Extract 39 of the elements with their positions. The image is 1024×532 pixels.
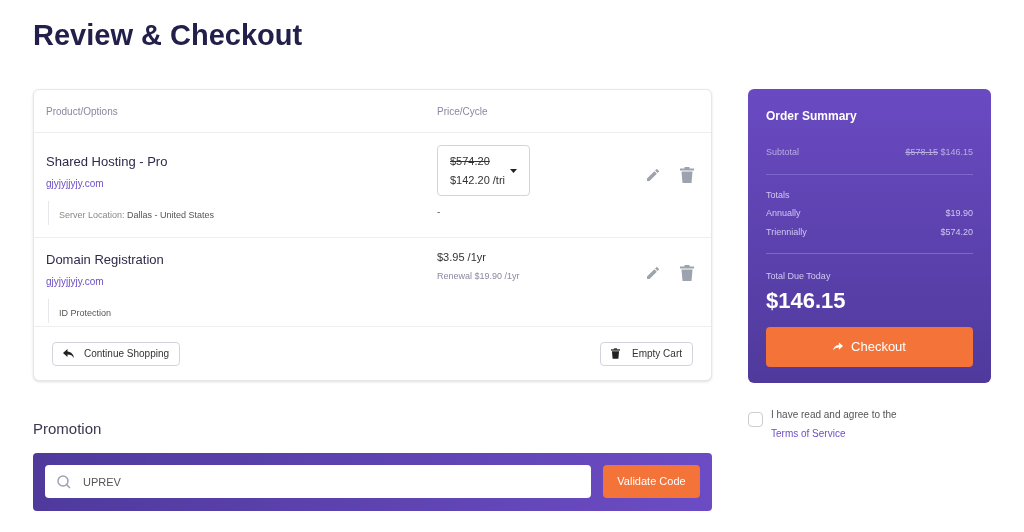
caret-icon <box>510 168 517 173</box>
promo-code-field[interactable]: UPREV <box>45 465 591 498</box>
total-label: Annually <box>766 207 801 220</box>
terms-link[interactable]: Terms of Service <box>771 427 846 439</box>
search-icon <box>57 475 71 489</box>
product-name: Shared Hosting - Pro <box>46 153 169 171</box>
subtotal-label: Subtotal <box>766 146 800 159</box>
edit-icon[interactable] <box>645 265 661 281</box>
trash-icon <box>611 348 620 359</box>
section-heading: Promotion <box>33 419 103 439</box>
product-option: Server Location: Dallas - United States <box>59 209 215 220</box>
due-amount: $146.15 <box>766 286 847 315</box>
continue-shopping-button[interactable]: Continue Shopping <box>52 341 181 366</box>
summary-title: Order Summary <box>766 108 858 125</box>
product-name: Domain Registration <box>46 251 165 269</box>
total-value: $19.90 <box>945 207 973 220</box>
column-header: Price/Cycle <box>437 104 488 119</box>
domain-link[interactable]: gjyjyjjyjy.com <box>46 273 437 289</box>
item-price: $3.95 /1yr <box>437 250 487 265</box>
total-value: $574.20 <box>940 225 973 239</box>
share-arrow-icon <box>833 342 844 351</box>
total-label: Triennially <box>766 225 807 239</box>
page-title: Review & Checkout <box>33 18 303 53</box>
product-option: ID Protection <box>59 307 112 318</box>
empty-cart-button[interactable]: Empty Cart <box>600 341 693 366</box>
totals-label: Totals <box>766 188 791 202</box>
reply-icon <box>63 349 74 358</box>
subtotal-value: $578.15 $146.15 <box>905 146 973 159</box>
due-label: Total Due Today <box>766 270 832 283</box>
price-note: - <box>437 205 442 219</box>
billing-cycle-select[interactable]: $574.20 $142.20 /tri <box>437 145 530 196</box>
domain-link[interactable]: gjyjyjjyjy.com <box>46 175 437 191</box>
delete-icon[interactable] <box>680 265 694 281</box>
terms-text: I have read and agree to the Terms of Service <box>771 407 898 441</box>
edit-icon[interactable] <box>645 167 661 183</box>
delete-icon[interactable] <box>680 167 694 183</box>
terms-checkbox[interactable] <box>748 411 763 427</box>
price-note: Renewal $19.90 /1yr <box>437 269 521 283</box>
column-header: Product/Options <box>46 104 119 119</box>
